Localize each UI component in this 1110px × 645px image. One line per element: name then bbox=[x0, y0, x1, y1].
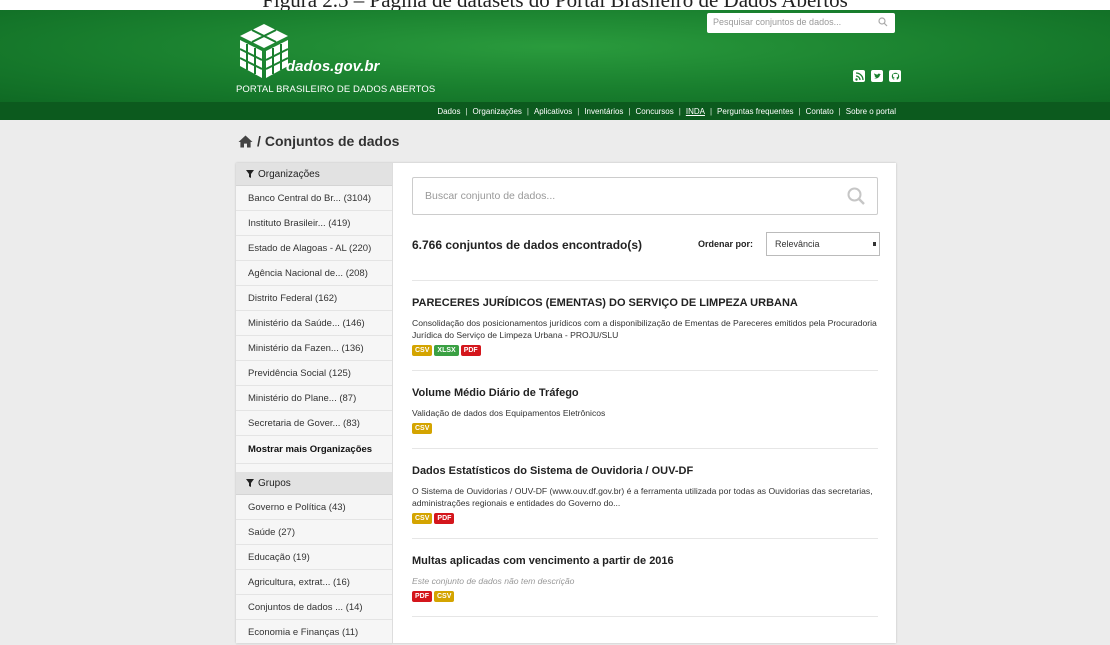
facet-item-organization[interactable]: Ministério do Plane... (87) bbox=[236, 386, 392, 411]
header-search-input[interactable]: Pesquisar conjuntos de dados... bbox=[707, 13, 895, 33]
format-badge-pdf[interactable]: PDF bbox=[412, 591, 432, 602]
format-badge-pdf[interactable]: PDF bbox=[434, 513, 455, 524]
cube-logo-icon[interactable] bbox=[236, 22, 292, 80]
format-badges: PDF CSV bbox=[412, 591, 878, 602]
main-nav: Dados | Organizações | Aplicativos | Inventári… bbox=[0, 102, 1110, 120]
breadcrumb-current[interactable]: Conjuntos de dados bbox=[265, 133, 400, 149]
dataset-item: Multas aplicadas com vencimento a partir… bbox=[412, 539, 878, 617]
facet-item-organization[interactable]: Previdência Social (125) bbox=[236, 361, 392, 386]
dataset-description: Consolidação dos posicionamentos jurídic… bbox=[412, 318, 877, 340]
dataset-item: Dados Estatísticos do Sistema de Ouvidor… bbox=[412, 449, 878, 539]
nav-link[interactable]: INDA bbox=[686, 107, 705, 116]
search-icon[interactable] bbox=[878, 17, 888, 27]
facet-item-group[interactable]: Educação (19) bbox=[236, 545, 392, 570]
facet-item-group[interactable]: Conjuntos de dados ... (14) bbox=[236, 595, 392, 620]
group-list: Governo e Política (43) Saúde (27) Educaçã… bbox=[236, 495, 392, 645]
format-badge-xlsx[interactable]: XLSX bbox=[434, 345, 459, 356]
dataset-title-link[interactable]: PARECERES JURÍDICOS (EMENTAS) DO SERVIÇO… bbox=[412, 297, 878, 309]
nav-separator: | bbox=[577, 106, 580, 116]
filter-icon bbox=[246, 170, 254, 178]
nav-separator: | bbox=[628, 106, 631, 116]
nav-link[interactable]: Organizações bbox=[473, 107, 522, 116]
nav-link[interactable]: Contato bbox=[806, 107, 834, 116]
breadcrumb: / Conjuntos de dados bbox=[238, 133, 399, 149]
social-links bbox=[853, 70, 901, 82]
facet-header-organizations: Organizações bbox=[236, 163, 392, 186]
sort-label: Ordenar por: bbox=[698, 239, 754, 249]
facet-item-organization[interactable]: Ministério da Fazen... (136) bbox=[236, 336, 392, 361]
nav-separator: | bbox=[465, 106, 468, 116]
dataset-search-input[interactable]: Buscar conjunto de dados... bbox=[412, 177, 878, 215]
facet-item-organization[interactable]: Secretaria de Gover... (83) bbox=[236, 411, 392, 436]
facet-item-organization[interactable]: Banco Central do Br... (3104) bbox=[236, 186, 392, 211]
nav-link[interactable]: Inventários bbox=[584, 107, 623, 116]
site-brand[interactable]: dados.gov.br bbox=[286, 58, 379, 75]
dataset-item: Volume Médio Diário de Tráfego Validação … bbox=[412, 371, 878, 449]
nav-link[interactable]: Perguntas frequentes bbox=[717, 107, 794, 116]
twitter-icon[interactable] bbox=[871, 70, 883, 82]
show-more-organizations-link[interactable]: Mostrar mais Organizações bbox=[236, 436, 392, 464]
content-panel: Organizações Banco Central do Br... (310… bbox=[236, 163, 896, 645]
dataset-item: PARECERES JURÍDICOS (EMENTAS) DO SERVIÇO… bbox=[412, 281, 878, 371]
figure-caption: Figura 2.5 – Página de datasets do Porta… bbox=[0, 0, 1110, 10]
facet-item-group[interactable]: Agricultura, extrat... (16) bbox=[236, 570, 392, 595]
masthead: dados.gov.br PORTAL BRASILEIRO DE DADOS … bbox=[0, 10, 1110, 102]
dataset-title-link[interactable]: Volume Médio Diário de Tráfego bbox=[412, 387, 878, 399]
nav-separator: | bbox=[838, 106, 841, 116]
dataset-title-link[interactable]: Dados Estatísticos do Sistema de Ouvidor… bbox=[412, 465, 878, 477]
nav-separator: | bbox=[709, 106, 713, 116]
result-count: 6.766 conjuntos de dados encontrado(s) bbox=[412, 238, 643, 252]
facet-item-organization[interactable]: Ministério da Saúde... (146) bbox=[236, 311, 392, 336]
dropdown-caret-icon bbox=[873, 242, 876, 246]
facet-title-groups: Grupos bbox=[258, 477, 291, 489]
facet-item-organization[interactable]: Estado de Alagoas - AL (220) bbox=[236, 236, 392, 261]
nav-link[interactable]: Sobre o portal bbox=[846, 107, 896, 116]
search-icon[interactable] bbox=[847, 187, 865, 205]
sort-select[interactable]: Relevância bbox=[766, 232, 880, 256]
nav-link[interactable]: Concursos bbox=[636, 107, 674, 116]
dataset-description: Validação de dados dos Equipamentos Elet… bbox=[412, 408, 606, 418]
dataset-title-link[interactable]: Multas aplicadas com vencimento a partir… bbox=[412, 555, 878, 567]
format-badges: CSV XLSX PDF bbox=[412, 345, 878, 356]
nav-separator: | bbox=[678, 106, 681, 116]
format-badge-csv[interactable]: CSV bbox=[434, 591, 455, 602]
facet-title-organizations: Organizações bbox=[258, 168, 320, 180]
organization-list: Banco Central do Br... (3104) Instituto B… bbox=[236, 186, 392, 436]
dataset-search-placeholder: Buscar conjunto de dados... bbox=[425, 190, 556, 202]
nav-link[interactable]: Aplicativos bbox=[534, 107, 572, 116]
dataset-results: Buscar conjunto de dados... 6.766 conjun… bbox=[412, 177, 880, 617]
facet-sidebar: Organizações Banco Central do Br... (310… bbox=[236, 163, 393, 645]
breadcrumb-separator: / bbox=[257, 133, 261, 149]
facet-header-groups: Grupos bbox=[236, 472, 392, 495]
nav-link[interactable]: Dados bbox=[437, 107, 460, 116]
nav-separator: | bbox=[526, 106, 529, 116]
dataset-description: Este conjunto de dados não tem descrição bbox=[412, 576, 575, 586]
format-badge-csv[interactable]: CSV bbox=[412, 345, 433, 356]
dataset-description: O Sistema de Ouvidorias / OUV-DF (www.ou… bbox=[412, 486, 873, 508]
format-badges: CSV bbox=[412, 423, 878, 434]
facet-item-organization[interactable]: Instituto Brasileir... (419) bbox=[236, 211, 392, 236]
facet-item-organization[interactable]: Agência Nacional de... (208) bbox=[236, 261, 392, 286]
header-search-placeholder: Pesquisar conjuntos de dados... bbox=[713, 17, 842, 27]
rss-icon[interactable] bbox=[853, 70, 865, 82]
filter-icon bbox=[246, 479, 254, 487]
dataset-list: PARECERES JURÍDICOS (EMENTAS) DO SERVIÇO… bbox=[412, 281, 878, 617]
format-badge-csv[interactable]: CSV bbox=[412, 423, 433, 434]
facet-item-organization[interactable]: Distrito Federal (162) bbox=[236, 286, 392, 311]
nav-separator: | bbox=[798, 106, 801, 116]
portal-subtitle: PORTAL BRASILEIRO DE DADOS ABERTOS bbox=[236, 84, 436, 95]
github-icon[interactable] bbox=[889, 70, 901, 82]
format-badges: CSV PDF bbox=[412, 513, 878, 524]
format-badge-pdf[interactable]: PDF bbox=[460, 345, 481, 356]
facet-item-group[interactable]: Saúde (27) bbox=[236, 520, 392, 545]
format-badge-csv[interactable]: CSV bbox=[412, 513, 433, 524]
facet-item-group[interactable]: Governo e Política (43) bbox=[236, 495, 392, 520]
sort-value: Relevância bbox=[775, 239, 820, 249]
home-icon[interactable] bbox=[238, 135, 253, 148]
